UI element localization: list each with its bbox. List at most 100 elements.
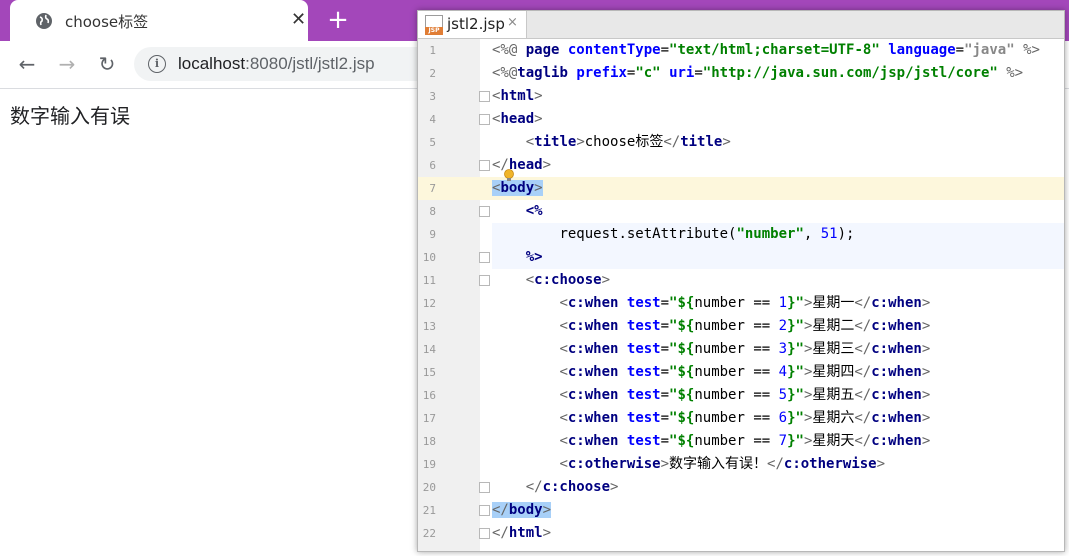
- token: page: [525, 42, 560, 58]
- token: %>: [525, 249, 543, 265]
- code-text: %>: [492, 246, 543, 269]
- info-icon[interactable]: i: [148, 55, 166, 73]
- code-text: <body>: [492, 180, 543, 196]
- token: c:when: [567, 364, 619, 380]
- line-number: 18: [422, 435, 436, 448]
- fold-marker-icon[interactable]: [479, 114, 490, 125]
- editor-tab-jstl2[interactable]: JSP jstl2.jsp ×: [418, 11, 527, 38]
- code-text: <c:when test="${number == 3}">星期三</c:whe…: [559, 341, 931, 357]
- line-number: 22: [422, 527, 436, 540]
- url-host: localhost: [178, 54, 246, 73]
- code-text: <%@ page contentType="text/html;charset=…: [492, 42, 1040, 58]
- fold-marker-icon[interactable]: [479, 275, 490, 286]
- token: 2: [778, 318, 788, 334]
- token: "java": [964, 42, 1015, 58]
- code-line: 1 <%@ page contentType="text/html;charse…: [418, 39, 1064, 62]
- token: 星期五: [812, 387, 855, 403]
- token: 星期一: [812, 295, 855, 311]
- code-text: <c:when test="${number == 2}">星期二</c:whe…: [559, 318, 931, 334]
- token: 1: [778, 295, 788, 311]
- fold-marker-icon[interactable]: [479, 91, 490, 102]
- code-line: 13 <c:when test="${number == 2}">星期二</c:…: [418, 315, 1064, 338]
- back-button[interactable]: ←: [14, 51, 40, 77]
- code-line: 17 <c:when test="${number == 6}">星期六</c:…: [418, 407, 1064, 430]
- fold-marker-icon[interactable]: [479, 528, 490, 539]
- code-text: </head>: [492, 157, 552, 173]
- token: ,: [803, 226, 821, 242]
- globe-icon: [36, 13, 52, 29]
- url-path: :8080/jstl/jstl2.jsp: [245, 54, 375, 73]
- token: c:choose: [542, 479, 611, 495]
- token: c:otherwise: [567, 456, 661, 472]
- line-number: 9: [429, 228, 436, 241]
- forward-button[interactable]: →: [54, 51, 80, 77]
- token: html: [500, 88, 535, 104]
- new-tab-button[interactable]: +: [324, 6, 352, 34]
- token: language: [888, 42, 956, 58]
- token: test: [626, 341, 661, 357]
- token: "http://java.sun.com/jsp/jstl/core": [702, 65, 998, 81]
- code-text: </html>: [492, 525, 552, 541]
- code-line: 8 <%: [418, 200, 1064, 223]
- token: body: [508, 502, 543, 518]
- token: c:choose: [534, 272, 602, 288]
- token: test: [626, 364, 661, 380]
- token: title: [534, 134, 577, 150]
- code-text: <c:otherwise>数字输入有误！</c:otherwise>: [559, 456, 886, 472]
- code-line: 15 <c:when test="${number == 4}">星期四</c:…: [418, 361, 1064, 384]
- token: c:when: [871, 387, 922, 403]
- token: c:otherwise: [783, 456, 877, 472]
- fold-marker-icon[interactable]: [479, 482, 490, 493]
- token: c:when: [567, 341, 619, 357]
- token: "c": [635, 65, 661, 81]
- token: test: [626, 318, 661, 334]
- code-text: <html>: [492, 88, 543, 104]
- line-number: 21: [422, 504, 436, 517]
- token: taglib: [517, 65, 568, 81]
- url-text[interactable]: localhost:8080/jstl/jstl2.jsp: [178, 54, 375, 74]
- code-text: <title>choose标签</title>: [525, 134, 731, 150]
- code-text: <head>: [492, 111, 543, 127]
- code-editor[interactable]: 1 <%@ page contentType="text/html;charse…: [418, 39, 1064, 551]
- code-line: 22 </html>: [418, 522, 1064, 545]
- token: );: [837, 226, 855, 242]
- token: <%@: [492, 65, 518, 81]
- token: 7: [778, 433, 788, 449]
- line-number: 8: [429, 205, 436, 218]
- line-number: 19: [422, 458, 436, 471]
- code-text: <c:when test="${number == 4}">星期四</c:whe…: [559, 364, 931, 380]
- code-text: <c:when test="${number == 5}">星期五</c:whe…: [559, 387, 931, 403]
- token: test: [626, 433, 661, 449]
- fold-marker-icon[interactable]: [479, 160, 490, 171]
- code-text: </c:choose>: [525, 479, 619, 495]
- reload-button[interactable]: ↻: [94, 51, 120, 77]
- fold-marker-icon[interactable]: [479, 505, 490, 516]
- code-line: 19 <c:otherwise>数字输入有误！</c:otherwise>: [418, 453, 1064, 476]
- fold-marker-icon[interactable]: [479, 252, 490, 263]
- token: c:when: [567, 410, 619, 426]
- token: c:when: [567, 387, 619, 403]
- token: <%: [525, 203, 543, 219]
- browser-tab[interactable]: choose标签 ✕: [10, 0, 308, 41]
- code-line: 20 </c:choose>: [418, 476, 1064, 499]
- code-line: 11 <c:choose>: [418, 269, 1064, 292]
- fold-marker-icon[interactable]: [479, 206, 490, 217]
- token: c:when: [871, 295, 922, 311]
- code-text: <c:choose>: [525, 272, 611, 288]
- code-line: 12 <c:when test="${number == 1}">星期一</c:…: [418, 292, 1064, 315]
- editor-tab-close-icon[interactable]: ×: [507, 15, 518, 30]
- code-line: 10 %>: [418, 246, 1064, 269]
- code-line: 16 <c:when test="${number == 5}">星期五</c:…: [418, 384, 1064, 407]
- lightbulb-icon[interactable]: [503, 169, 515, 183]
- code-text: <%: [492, 200, 543, 223]
- line-number: 4: [429, 113, 436, 126]
- code-text: <%@taglib prefix="c" uri="http://java.su…: [492, 65, 1024, 81]
- code-text: </body>: [492, 502, 552, 518]
- token: choose标签: [584, 134, 664, 150]
- line-number: 16: [422, 389, 436, 402]
- token: 星期天: [812, 433, 855, 449]
- jsp-file-icon: JSP: [425, 15, 443, 35]
- address-bar[interactable]: i localhost:8080/jstl/jstl2.jsp: [134, 47, 434, 81]
- tab-title: choose标签: [65, 13, 149, 31]
- tab-close-icon[interactable]: ✕: [291, 9, 306, 31]
